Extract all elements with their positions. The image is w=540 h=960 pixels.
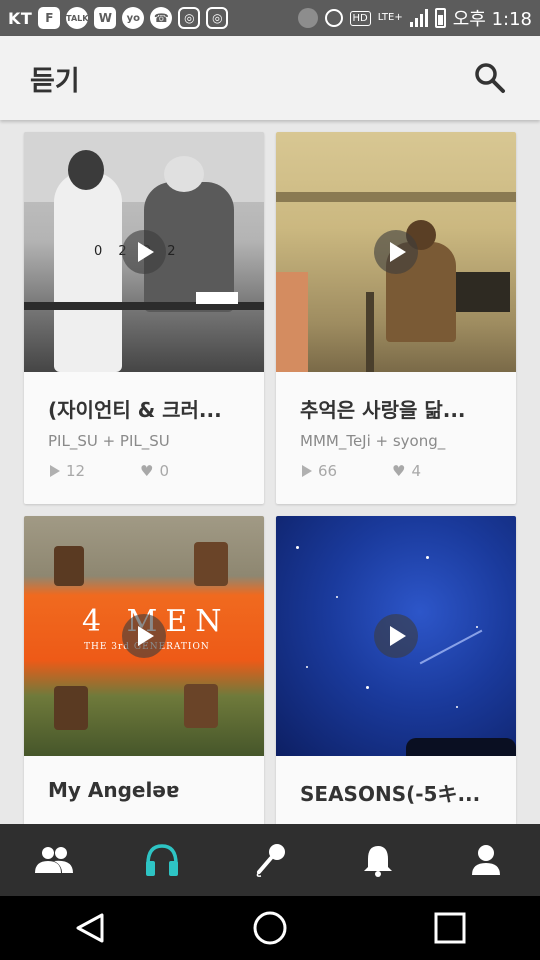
hd-voice-icon: HD (349, 10, 371, 26)
bluetooth-icon (297, 8, 318, 28)
play-button[interactable] (374, 614, 418, 658)
song-stats: 66 ♥ 4 (302, 462, 482, 480)
song-title: 추억은 사랑을 닮... (300, 398, 466, 422)
clock: 오후 1:18 (452, 9, 532, 30)
song-thumbnail (276, 516, 516, 756)
play-button[interactable] (374, 230, 418, 274)
heart-icon: ♥ (392, 462, 406, 480)
screen: KT F TALK W yo ☎ ◎ ◎ HD LTE+ 오후 1:18 듣기 (0, 0, 540, 960)
search-icon (475, 63, 505, 93)
song-thumbnail (276, 132, 516, 372)
song-title: (자이언티 & 크러... (48, 398, 222, 422)
song-thumbnail: 4 MEN THE 3rd GENERATION (24, 516, 264, 756)
song-title: SEASONS(-5キ... (300, 782, 481, 806)
headphones-icon (146, 844, 178, 876)
nav-friends[interactable] (24, 830, 84, 890)
microphone-icon (256, 844, 285, 877)
home-icon (253, 911, 287, 945)
people-icon (35, 847, 73, 873)
facebook-icon: F (38, 7, 61, 29)
bell-icon (364, 846, 392, 877)
song-title: My Angeləɐ (48, 778, 180, 802)
play-count-value: 12 (66, 462, 86, 480)
nav-notifications[interactable] (348, 830, 408, 890)
heart-icon: ♥ (140, 462, 154, 480)
instagram-icon: ◎ (178, 7, 201, 29)
play-count: 12 (50, 462, 140, 480)
play-count-value: 66 (318, 462, 338, 480)
back-icon (76, 913, 104, 943)
app-bar: 듣기 (0, 36, 540, 120)
instagram-icon-2: ◎ (206, 7, 229, 29)
battery-icon (434, 8, 446, 28)
play-count-icon (50, 465, 60, 477)
yo-app-icon: yo (122, 7, 145, 29)
lte-icon: LTE+ (377, 12, 403, 23)
nav-profile[interactable] (456, 830, 516, 890)
system-nav-bar (0, 896, 540, 960)
song-thumbnail: 0 2 0 2 (24, 132, 264, 372)
phone-app-icon: ☎ (150, 7, 173, 29)
search-button[interactable] (470, 58, 510, 98)
carrier-label: KT (8, 8, 33, 28)
play-count: 66 (302, 462, 392, 480)
song-artists: MMM_TeJi + syong_ (300, 432, 446, 450)
kakaotalk-icon: TALK (66, 7, 88, 29)
like-count-value: 0 (159, 462, 169, 480)
recents-icon (434, 912, 466, 944)
alarm-icon (324, 9, 343, 27)
like-count: ♥ 4 (392, 462, 482, 480)
song-artists: PIL_SU + PIL_SU (48, 432, 170, 450)
play-button[interactable] (122, 230, 166, 274)
song-card[interactable]: 4 MEN THE 3rd GENERATION My Angeləɐ (24, 516, 264, 824)
play-count-icon (302, 465, 312, 477)
w-app-icon: W (94, 7, 117, 29)
person-icon (472, 845, 500, 875)
status-bar: KT F TALK W yo ☎ ◎ ◎ HD LTE+ 오후 1:18 (0, 0, 540, 36)
nav-sing[interactable] (240, 830, 300, 890)
song-grid: 0 2 0 2 (자이언티 & 크러... PIL_SU + PIL_SU 12… (0, 120, 540, 824)
song-card[interactable]: 0 2 0 2 (자이언티 & 크러... PIL_SU + PIL_SU 12… (24, 132, 264, 504)
bottom-nav (0, 824, 540, 896)
song-card[interactable]: 추억은 사랑을 닮... MMM_TeJi + syong_ 66 ♥ 4 (276, 132, 516, 504)
page-title: 듣기 (30, 65, 80, 97)
home-button[interactable] (240, 898, 300, 958)
like-count-value: 4 (411, 462, 421, 480)
song-card[interactable]: SEASONS(-5キ... (276, 516, 516, 824)
system-status-icons: HD LTE+ 오후 1:18 (297, 5, 532, 31)
song-stats: 12 ♥ 0 (50, 462, 230, 480)
signal-icon (409, 9, 428, 27)
notification-icons: KT F TALK W yo ☎ ◎ ◎ (8, 7, 229, 29)
back-button[interactable] (60, 898, 120, 958)
recents-button[interactable] (420, 898, 480, 958)
nav-listen[interactable] (132, 830, 192, 890)
like-count: ♥ 0 (140, 462, 230, 480)
play-button[interactable] (122, 614, 166, 658)
